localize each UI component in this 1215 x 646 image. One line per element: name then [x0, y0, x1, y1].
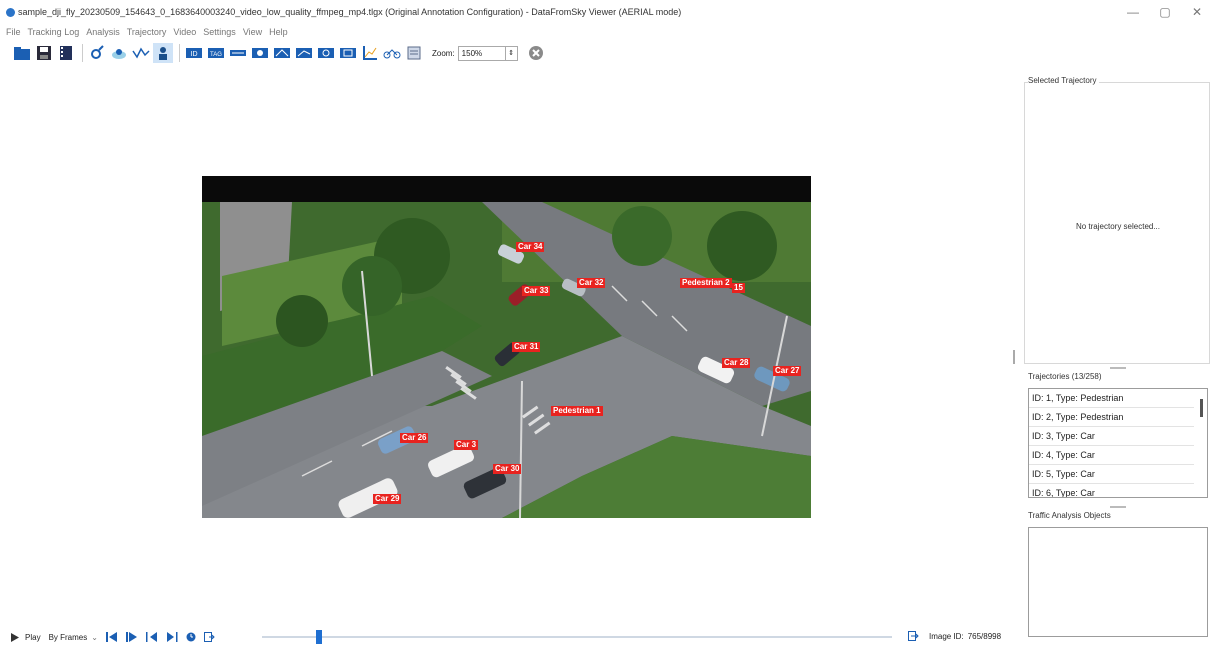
video-label[interactable]: Car 30	[493, 464, 522, 474]
video-label[interactable]: Car 32	[577, 278, 606, 288]
video-label[interactable]: Pedestrian 2	[680, 278, 732, 288]
gate-icon[interactable]	[250, 43, 270, 63]
menu-video[interactable]: Video	[173, 27, 196, 37]
toolbar-separator	[82, 44, 83, 62]
zoom-value: 150%	[461, 48, 483, 58]
jump-to-image-icon[interactable]	[908, 631, 919, 641]
path-icon[interactable]	[131, 43, 151, 63]
clock-button[interactable]	[186, 632, 196, 642]
region-icon[interactable]	[272, 43, 292, 63]
video-label[interactable]: Car 34	[516, 242, 545, 252]
list-item[interactable]: ID: 1, Type: Pedestrian	[1029, 389, 1194, 408]
video-label[interactable]: Car 3	[454, 440, 479, 450]
list-item[interactable]: ID: 6, Type: Car	[1029, 484, 1194, 497]
id-tag-icon[interactable]: ID	[184, 43, 204, 63]
video-label[interactable]: Car 26	[400, 433, 429, 443]
video-label[interactable]: Car 33	[522, 286, 551, 296]
traffic-objects-list[interactable]	[1028, 527, 1208, 637]
video-label[interactable]: Pedestrian 1	[551, 406, 603, 416]
menu-trajectory[interactable]: Trajectory	[127, 27, 167, 37]
video-frame[interactable]: Car 34 Car 32 Car 33 Pedestrian 2 15 Car…	[202, 176, 811, 518]
toolbar-separator	[179, 44, 180, 62]
step-back-button[interactable]	[105, 632, 118, 642]
resize-grip[interactable]	[1110, 506, 1126, 508]
zoom-spinner[interactable]: ⇕	[505, 45, 518, 61]
step-back-icon	[105, 632, 117, 642]
video-label[interactable]: Car 28	[722, 358, 751, 368]
export-frame-button[interactable]	[203, 632, 215, 642]
person-icon[interactable]	[153, 43, 173, 63]
camera-icon[interactable]	[109, 43, 129, 63]
bicycle-icon[interactable]	[382, 43, 402, 63]
frame-mode-select[interactable]: By Frames ⌄	[49, 633, 98, 642]
go-start-button[interactable]	[145, 632, 158, 642]
title-bar: sample_dji_fly_20230509_154643_0_1683640…	[0, 0, 1215, 24]
go-end-icon	[166, 632, 178, 642]
svg-text:ID: ID	[191, 51, 198, 58]
list-item[interactable]: ID: 2, Type: Pedestrian	[1029, 408, 1194, 427]
go-end-button[interactable]	[166, 632, 178, 642]
region-3-icon[interactable]	[316, 43, 336, 63]
menu-bar: File Tracking Log Analysis Trajectory Vi…	[0, 24, 1215, 40]
menu-file[interactable]: File	[6, 27, 21, 37]
zoom-label: Zoom:	[432, 48, 455, 58]
clear-icon[interactable]	[526, 43, 546, 63]
trajectories-title: Trajectories (13/258)	[1028, 372, 1105, 381]
menu-settings[interactable]: Settings	[203, 27, 236, 37]
close-button[interactable]: ✕	[1182, 3, 1212, 21]
minimize-button[interactable]: —	[1118, 3, 1148, 21]
road-bar-icon[interactable]	[228, 43, 248, 63]
play-button[interactable]: Play	[10, 632, 41, 642]
save-icon[interactable]	[34, 43, 54, 63]
region-4-icon[interactable]	[338, 43, 358, 63]
trajectories-list[interactable]: ID: 1, Type: Pedestrian ID: 2, Type: Ped…	[1028, 388, 1208, 498]
timeline-thumb[interactable]	[316, 630, 322, 644]
step-forward-icon	[125, 632, 137, 642]
list-item[interactable]: ID: 5, Type: Car	[1029, 465, 1194, 484]
list-item[interactable]: ID: 3, Type: Car	[1029, 427, 1194, 446]
splitter-handle[interactable]	[1013, 350, 1015, 364]
panel-splitter[interactable]	[1010, 66, 1020, 628]
video-label[interactable]: Car 27	[773, 366, 802, 376]
image-id-label: Image ID:	[929, 631, 964, 641]
selected-trajectory-title: Selected Trajectory	[1028, 76, 1100, 85]
video-viewport[interactable]: Car 34 Car 32 Car 33 Pedestrian 2 15 Car…	[0, 66, 1010, 628]
toolbar: ID TAG Zoom: 150% ⇕	[0, 40, 1215, 66]
trajectory-tool-icon[interactable]	[87, 43, 107, 63]
menu-analysis[interactable]: Analysis	[86, 27, 120, 37]
window-title: sample_dji_fly_20230509_154643_0_1683640…	[18, 7, 682, 17]
menu-view[interactable]: View	[243, 27, 262, 37]
play-icon	[11, 632, 19, 642]
layers-icon[interactable]	[404, 43, 424, 63]
frame-mode-label: By Frames	[48, 632, 88, 642]
menu-help[interactable]: Help	[269, 27, 288, 37]
traffic-objects-title: Traffic Analysis Objects	[1028, 511, 1114, 520]
video-label[interactable]: Car 29	[373, 494, 402, 504]
open-folder-icon[interactable]	[12, 43, 32, 63]
video-label[interactable]: Car 31	[512, 342, 541, 352]
svg-text:TAG: TAG	[210, 52, 222, 58]
maximize-button[interactable]: ▢	[1150, 3, 1180, 21]
menu-tracking-log[interactable]: Tracking Log	[28, 27, 80, 37]
image-id-readout: Image ID: 765/8998	[908, 631, 1001, 641]
chevron-down-icon: ⌄	[91, 632, 98, 642]
video-label[interactable]: 15	[732, 283, 745, 293]
app-icon	[6, 8, 15, 17]
film-icon[interactable]	[56, 43, 76, 63]
clock-icon	[186, 632, 196, 642]
axis-icon[interactable]	[360, 43, 380, 63]
play-label: Play	[25, 632, 41, 642]
tag-icon[interactable]: TAG	[206, 43, 226, 63]
export-icon	[203, 632, 215, 642]
list-item[interactable]: ID: 4, Type: Car	[1029, 446, 1194, 465]
zoom-field[interactable]: 150%	[457, 45, 506, 61]
timeline-slider[interactable]	[262, 636, 892, 638]
image-id-value: 765/8998	[967, 631, 1002, 641]
step-forward-button[interactable]	[125, 632, 138, 642]
list-scrollbar[interactable]	[1200, 399, 1203, 417]
no-trajectory-text: No trajectory selected...	[1075, 222, 1161, 231]
resize-grip[interactable]	[1110, 367, 1126, 369]
go-start-icon	[145, 632, 157, 642]
region-2-icon[interactable]	[294, 43, 314, 63]
